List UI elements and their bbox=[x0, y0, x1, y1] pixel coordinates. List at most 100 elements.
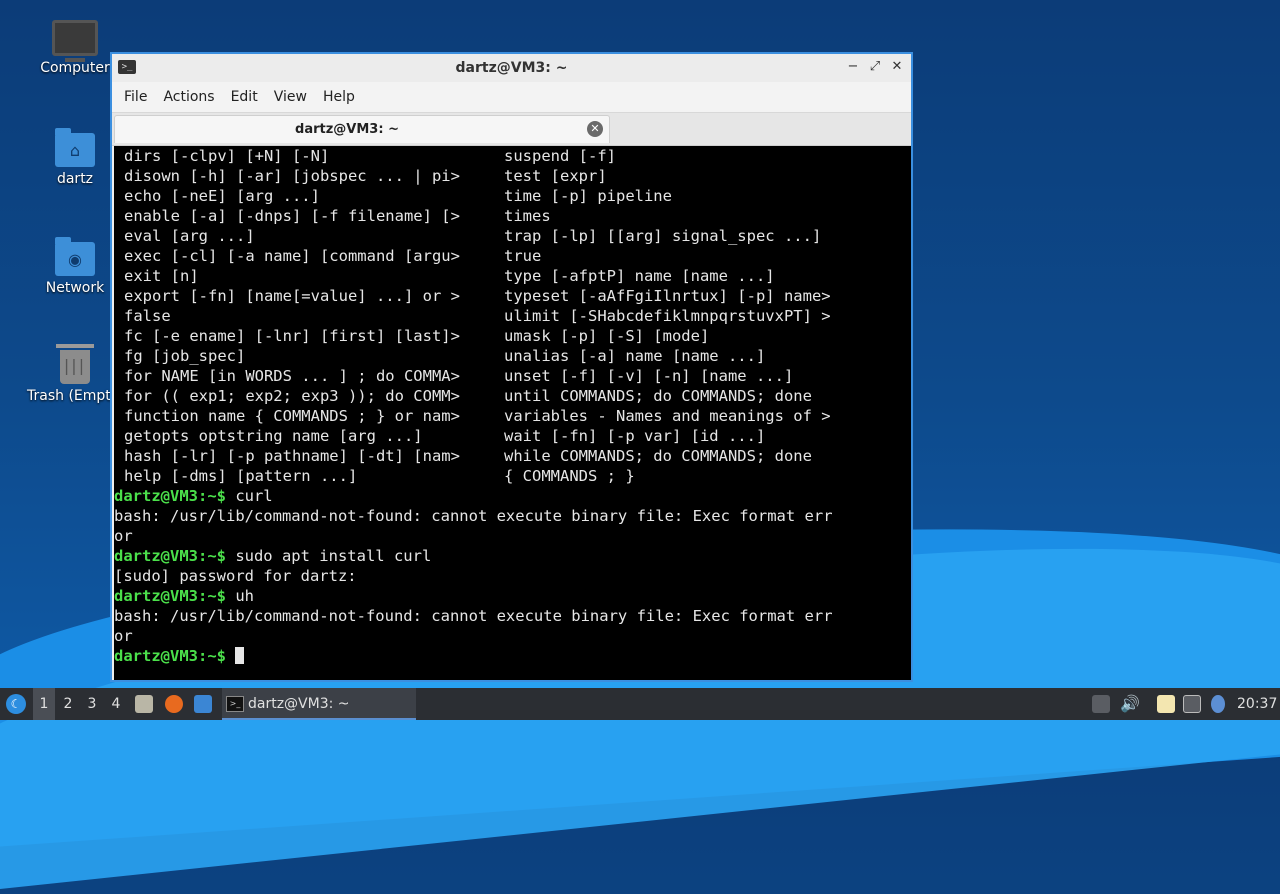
help-row: for (( exp1; exp2; exp3 )); do COMM> unti… bbox=[114, 386, 911, 406]
network-folder-icon: ◉ bbox=[55, 237, 95, 276]
help-row: enable [-a] [-dnps] [-f filename] [> time… bbox=[114, 206, 911, 226]
menu-file[interactable]: File bbox=[116, 89, 155, 105]
update-notifier-icon[interactable] bbox=[1211, 695, 1225, 713]
help-row: for NAME [in WORDS ... ] ; do COMMA> unse… bbox=[114, 366, 911, 386]
help-entry-left: false bbox=[124, 307, 171, 325]
terminal-line: dartz@VM3:~$ uh bbox=[114, 587, 254, 605]
task-label: dartz@VM3: ~ bbox=[248, 696, 350, 712]
help-row: disown [-h] [-ar] [jobspec ... | pi> test… bbox=[114, 166, 911, 186]
tab-label: dartz@VM3: ~ bbox=[295, 122, 399, 137]
command-text: sudo apt install curl bbox=[225, 547, 432, 565]
error-text: or bbox=[114, 527, 133, 545]
tray-arrow-icon[interactable] bbox=[1092, 695, 1110, 713]
help-entry-left: enable [-a] [-dnps] [-f filename] [> bbox=[124, 207, 460, 225]
help-entry-left: getopts optstring name [arg ...] bbox=[124, 427, 423, 445]
terminal-line: dartz@VM3:~$ sudo apt install curl bbox=[114, 547, 432, 565]
help-entry-right: true bbox=[504, 247, 542, 265]
help-entry-right: { COMMANDS ; } bbox=[504, 467, 635, 485]
desktop-icon-label: Network bbox=[45, 280, 105, 296]
desktop-icon-network[interactable]: ◉ Network bbox=[27, 237, 123, 296]
terminal-line: dartz@VM3:~$ bbox=[114, 646, 911, 666]
help-entry-right: umask [-p] [-S] [mode] bbox=[504, 327, 710, 345]
help-row: false ulimit [-SHabcdefiklmnpqrstuvxPT] > bbox=[114, 306, 911, 326]
command-text: curl bbox=[225, 487, 273, 505]
help-entry-right: time [-p] pipeline bbox=[504, 187, 672, 205]
help-entry-right: trap [-lp] [[arg] signal_spec ...] bbox=[504, 227, 822, 245]
error-text: or bbox=[114, 627, 133, 645]
help-entry-right: suspend [-f] bbox=[504, 147, 616, 165]
help-row: getopts optstring name [arg ...] wait [-f… bbox=[114, 426, 911, 446]
desktop-icon-trash[interactable]: ||| Trash (Empty) bbox=[27, 344, 125, 404]
help-row: fc [-e ename] [-lnr] [first] [last]> umas… bbox=[114, 326, 911, 346]
firefox-icon[interactable] bbox=[165, 695, 183, 713]
terminal-line: bash: /usr/lib/command-not-found: cannot… bbox=[114, 506, 911, 526]
help-row: exit [n] type [-afptP] name [name ...] bbox=[114, 266, 911, 286]
desktop-icon-home[interactable]: ⌂ dartz bbox=[27, 128, 123, 187]
menu-bar: File Actions Edit View Help bbox=[112, 82, 911, 113]
sudo-prompt: [sudo] password for dartz: bbox=[114, 567, 357, 585]
help-entry-left: eval [arg ...] bbox=[124, 227, 255, 245]
help-entry-right: typeset [-aAfFgiIlnrtux] [-p] name> bbox=[504, 287, 831, 305]
menu-actions[interactable]: Actions bbox=[155, 89, 222, 105]
minimize-button[interactable]: − bbox=[845, 58, 861, 76]
tab-close-icon[interactable]: ✕ bbox=[587, 121, 603, 137]
taskbar-task-terminal[interactable]: >_ dartz@VM3: ~ bbox=[222, 688, 416, 720]
terminal-line: dartz@VM3:~$ curl bbox=[114, 487, 273, 505]
menu-view[interactable]: View bbox=[266, 89, 315, 105]
tab-terminal[interactable]: dartz@VM3: ~ ✕ bbox=[114, 115, 610, 143]
help-entry-left: help [-dms] [pattern ...] bbox=[124, 467, 358, 485]
help-entry-left: exit [n] bbox=[124, 267, 199, 285]
terminal-output[interactable]: dirs [-clpv] [+N] [-N] suspend [-f] disown… bbox=[114, 146, 911, 680]
help-entry-right: wait [-fn] [-p var] [id ...] bbox=[504, 427, 766, 445]
terminal-line: or bbox=[114, 626, 911, 646]
workspace-1[interactable]: 1 bbox=[33, 688, 55, 720]
terminal-app-icon[interactable]: >_ bbox=[118, 60, 136, 74]
network-icon[interactable] bbox=[1183, 695, 1201, 713]
help-entry-left: for NAME [in WORDS ... ] ; do COMMA> bbox=[124, 367, 460, 385]
help-row: fg [job_spec] unalias [-a] name [name ...… bbox=[114, 346, 911, 366]
window-title: dartz@VM3: ~ bbox=[455, 60, 568, 76]
help-entry-right: times bbox=[504, 207, 551, 225]
close-button[interactable]: ✕ bbox=[889, 58, 905, 76]
file-manager-icon[interactable] bbox=[135, 695, 153, 713]
help-entry-right: test [expr] bbox=[504, 167, 607, 185]
help-entry-right: until COMMANDS; do COMMANDS; done bbox=[504, 387, 812, 405]
menu-edit[interactable]: Edit bbox=[223, 89, 266, 105]
help-entry-left: exec [-cl] [-a name] [command [argu> bbox=[124, 247, 460, 265]
show-desktop-icon[interactable] bbox=[194, 695, 212, 713]
terminal-line: bash: /usr/lib/command-not-found: cannot… bbox=[114, 606, 911, 626]
help-entry-right: unset [-f] [-v] [-n] [name ...] bbox=[504, 367, 794, 385]
terminal-line: or bbox=[114, 526, 911, 546]
menu-help[interactable]: Help bbox=[315, 89, 363, 105]
help-entry-left: disown [-h] [-ar] [jobspec ... | pi> bbox=[124, 167, 460, 185]
maximize-button[interactable]: ⤢ bbox=[867, 58, 883, 76]
help-entry-left: for (( exp1; exp2; exp3 )); do COMM> bbox=[124, 387, 460, 405]
help-entry-right: type [-afptP] name [name ...] bbox=[504, 267, 775, 285]
window-titlebar[interactable]: >_ dartz@VM3: ~ − ⤢ ✕ bbox=[112, 54, 911, 82]
help-row: exec [-cl] [-a name] [command [argu> true bbox=[114, 246, 911, 266]
help-entry-right: variables - Names and meanings of > bbox=[504, 407, 831, 425]
start-menu-icon[interactable]: ☾ bbox=[6, 694, 26, 714]
workspace-3[interactable]: 3 bbox=[81, 688, 103, 720]
help-row: export [-fn] [name[=value] ...] or > type… bbox=[114, 286, 911, 306]
help-row: dirs [-clpv] [+N] [-N] suspend [-f] bbox=[114, 146, 911, 166]
clipboard-icon[interactable] bbox=[1157, 695, 1175, 713]
help-entry-left: function name { COMMANDS ; } or nam> bbox=[124, 407, 460, 425]
home-folder-icon: ⌂ bbox=[55, 128, 95, 167]
terminal-window: >_ dartz@VM3: ~ − ⤢ ✕ File Actions Edit … bbox=[110, 52, 913, 682]
volume-icon[interactable]: 🔊 bbox=[1120, 688, 1140, 720]
help-row: hash [-lr] [-p pathname] [-dt] [nam> whil… bbox=[114, 446, 911, 466]
help-entry-left: fc [-e ename] [-lnr] [first] [last]> bbox=[124, 327, 460, 345]
help-entry-left: fg [job_spec] bbox=[124, 347, 246, 365]
help-row: echo [-neE] [arg ...] time [-p] pipeline bbox=[114, 186, 911, 206]
help-entry-right: ulimit [-SHabcdefiklmnpqrstuvxPT] > bbox=[504, 307, 831, 325]
workspace-2[interactable]: 2 bbox=[57, 688, 79, 720]
help-entry-left: export [-fn] [name[=value] ...] or > bbox=[124, 287, 460, 305]
error-text: bash: /usr/lib/command-not-found: cannot… bbox=[114, 507, 833, 525]
help-entry-left: echo [-neE] [arg ...] bbox=[124, 187, 320, 205]
workspace-4[interactable]: 4 bbox=[105, 688, 127, 720]
desktop-icon-computer[interactable]: Computer bbox=[27, 20, 123, 76]
help-entry-left: hash [-lr] [-p pathname] [-dt] [nam> bbox=[124, 447, 460, 465]
terminal-cursor bbox=[235, 647, 245, 664]
clock[interactable]: 20:37 bbox=[1237, 688, 1277, 720]
